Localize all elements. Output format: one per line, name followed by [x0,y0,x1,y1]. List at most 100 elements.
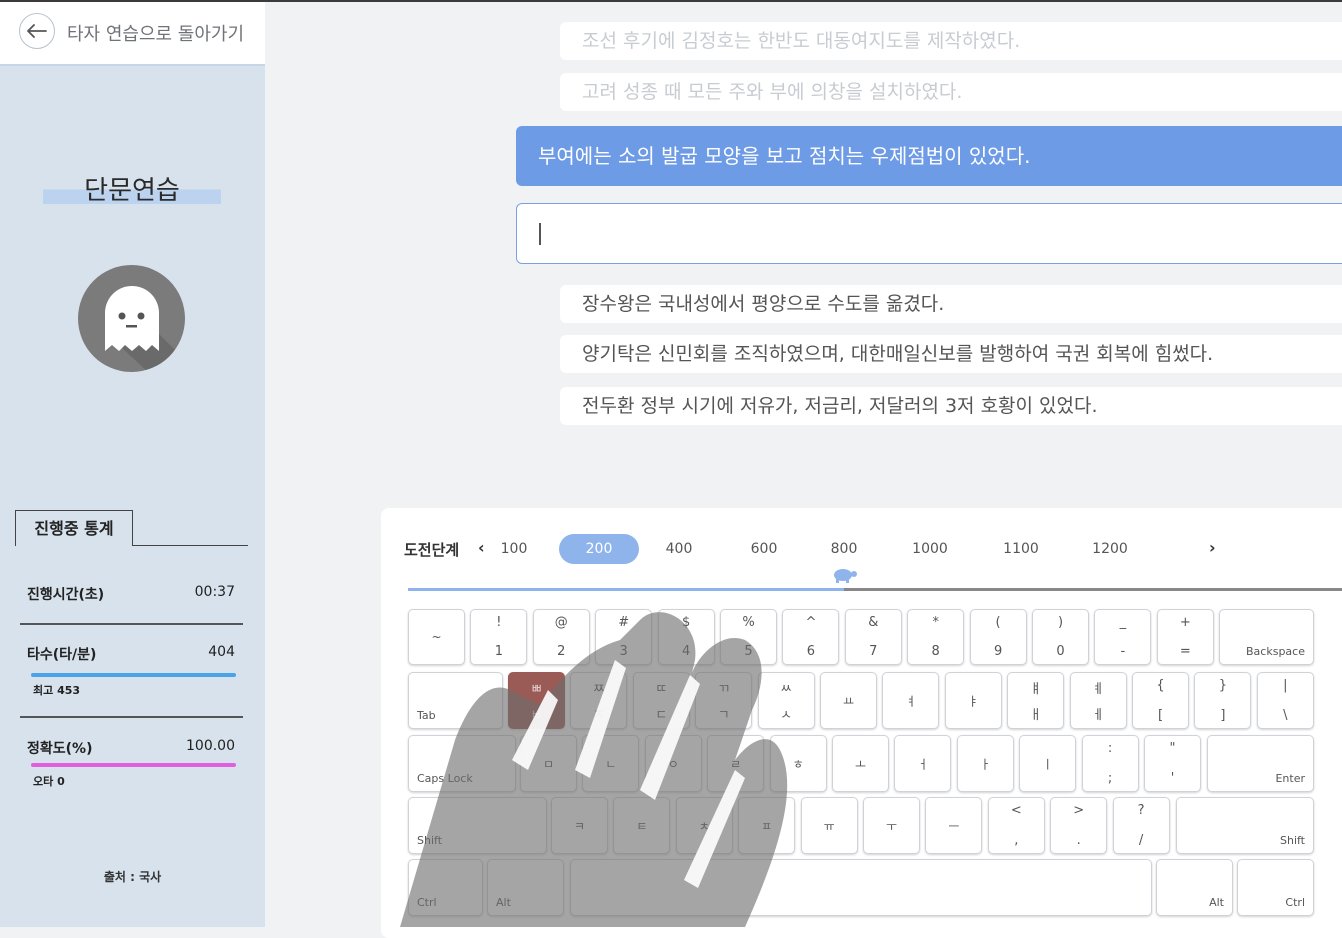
key-ㅠ[interactable]: ㅠ [800,797,858,854]
key-2[interactable]: @2 [532,609,590,665]
key-ctrl-right[interactable]: Ctrl [1237,859,1314,916]
key-label: ; [1107,771,1113,786]
key-ㅕ[interactable]: ㅕ [882,672,940,729]
key-label: ㅁ [542,757,555,771]
key-0[interactable]: ) 0 [1032,609,1089,665]
key-shift-right[interactable]: Shift [1176,797,1314,854]
level-option-100[interactable]: 100 [474,534,554,564]
level-option-1200[interactable]: 1200 [1070,534,1150,564]
chevron-right-icon[interactable]: › [1209,538,1216,557]
key-;[interactable]: :; [1081,735,1139,792]
key-ㅅ[interactable]: ㅆㅅ [757,672,815,729]
key-ㅌ[interactable]: ㅌ [613,797,671,854]
key-9[interactable]: (9 [969,609,1027,665]
key-ㅔ[interactable]: ㅖㅔ [1069,672,1127,729]
key-.[interactable]: >. [1050,797,1108,854]
key-3[interactable]: #3 [595,609,653,665]
key--[interactable]: _ - [1094,609,1152,665]
key-label: Ctrl [1285,896,1305,909]
key-shift-label: > [1073,803,1085,818]
key-'[interactable]: " ' [1144,735,1201,792]
key-4[interactable]: $4 [657,609,715,665]
keyboard-panel: 도전단계 ‹ 100 200 400 600 800 1000 1100 1200 › ~! 1… [381,508,1342,938]
key-5[interactable]: % 5 [720,609,777,665]
key-7[interactable]: & 7 [844,609,902,665]
key-ㅊ[interactable]: ㅊ [675,797,733,854]
key-ㅈ[interactable]: ㅉㅈ [570,672,628,729]
key-][interactable]: }] [1194,672,1252,729]
key-shift-label: + [1179,615,1191,630]
key-label: ' [1170,771,1175,786]
key-shift-label: ! [496,615,502,630]
key-6[interactable]: ^ 6 [782,609,840,665]
key-ㅣ[interactable]: ㅣ [1019,735,1077,792]
key-shift-label: { [1156,678,1165,693]
key-ㅗ[interactable]: ㅗ [832,735,889,792]
level-option-200[interactable]: 200 [559,534,639,564]
key-,[interactable]: <, [987,797,1045,854]
key-space[interactable] [570,859,1152,916]
key-label: 3 [619,644,628,659]
key-ㅁ[interactable]: ㅁ [520,735,577,792]
key-8[interactable]: * 8 [907,609,965,665]
key-[[interactable]: {[ [1132,672,1189,729]
key-ㅋ[interactable]: ㅋ [551,797,608,854]
key-~[interactable]: ~ [408,609,465,665]
key-ㅂ[interactable]: ㅃㅂ [508,672,565,729]
key-ㅇ[interactable]: ㅇ [644,735,702,792]
key-shift-label: ( [995,615,1001,630]
key-ㅛ[interactable]: ㅛ [820,672,877,729]
key-ㄹ[interactable]: ㄹ [707,735,765,792]
challenge-label: 도전단계 [404,541,460,559]
key-ㅑ[interactable]: ㅑ [944,672,1002,729]
level-option-400[interactable]: 400 [639,534,719,564]
key-ㅐ[interactable]: ㅒㅐ [1007,672,1065,729]
key-alt-right[interactable]: Alt [1156,859,1233,916]
key-shift-label: @ [554,615,568,630]
key-1[interactable]: ! 1 [470,609,528,665]
key-label: ㅣ [1042,757,1054,771]
key-ㅎ[interactable]: ㅎ [769,735,827,792]
key-ㅏ[interactable]: ㅏ [956,735,1014,792]
key-enter[interactable]: Enter [1207,735,1314,792]
key-shift-left[interactable]: Shift [408,797,547,854]
key-ㅡ[interactable]: ㅡ [925,797,983,854]
key-label: ㄹ [730,757,742,771]
typo-count: 오타 0 [33,775,65,788]
key-tab[interactable]: Tab [408,672,503,729]
key-label: ㅡ [948,819,960,833]
key-\[interactable]: | \ [1256,672,1314,729]
key-ㄴ[interactable]: ㄴ [582,735,640,792]
level-option-1100[interactable]: 1100 [981,534,1061,564]
key-label: ㅓ [917,757,929,771]
key-label: ] [1220,708,1226,723]
key-ctrl-left[interactable]: Ctrl [408,859,483,916]
key-ㅜ[interactable]: ㅜ [863,797,920,854]
arrow-left-icon [27,24,47,38]
key-ㄷ[interactable]: ㄸㄷ [632,672,690,729]
ghost-icon [105,286,185,372]
level-option-800[interactable]: 800 [804,534,884,564]
key-/[interactable]: ? / [1112,797,1170,854]
key-backspace[interactable]: Backspace [1219,609,1314,665]
key-ㅍ[interactable]: ㅍ [738,797,796,854]
key-shift-label: ㅆ [780,682,793,697]
key-caps-lock[interactable]: Caps Lock [408,735,516,792]
key-label: ㅑ [967,694,979,708]
key-label: ㅂ [530,708,543,723]
key-ㅓ[interactable]: ㅓ [894,735,952,792]
back-button[interactable] [19,13,55,49]
level-option-600[interactable]: 600 [724,534,804,564]
key-ㄱ[interactable]: ㄲㄱ [695,672,753,729]
mode-title: 단문연습 [43,174,221,208]
text-caret [539,223,541,245]
key-label: ㅛ [842,694,855,708]
key-label: 5 [744,644,753,659]
key-=[interactable]: + = [1156,609,1214,665]
back-link-label[interactable]: 타자 연습으로 돌아가기 [67,20,244,46]
key-alt-left[interactable]: Alt [487,859,564,916]
level-option-1000[interactable]: 1000 [890,534,970,564]
key-label: 2 [557,644,566,659]
typing-input[interactable] [516,203,1342,264]
key-label: [ [1157,708,1164,723]
